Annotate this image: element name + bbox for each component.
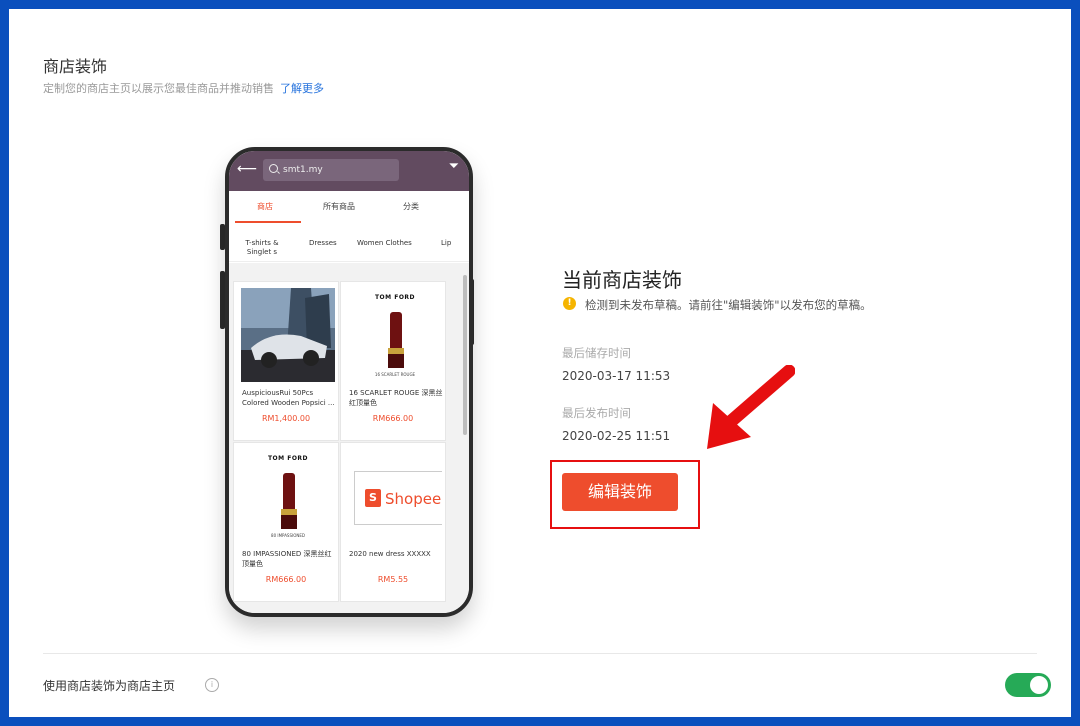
decoration-toggle[interactable]: [1005, 673, 1051, 697]
phone-tab-shop: 商店: [257, 202, 273, 211]
highlight-box: [550, 460, 700, 529]
brand-logo: TOM FORD: [267, 455, 309, 462]
shopee-logo-text: Shopee: [385, 490, 442, 508]
phone-category-strip: T-shirts & Singlet s Dresses Women Cloth…: [229, 223, 469, 262]
warning-icon: !: [563, 297, 576, 310]
phone-search-text: smt1.my: [283, 165, 323, 175]
phone-top-bar: ⟵ smt1.my ⏷: [229, 151, 469, 191]
app-frame: 商店装饰 定制您的商店主页以展示您最佳商品并推动销售 了解更多 ⟵ smt1.my…: [0, 0, 1080, 726]
product-name: AuspiciousRui 50Pcs Colored Wooden Popsi…: [242, 389, 335, 407]
draft-warning-text: 检测到未发布草稿。请前往"编辑装饰"以发布您的草稿。: [585, 298, 872, 312]
learn-more-link[interactable]: 了解更多: [280, 82, 324, 95]
product-card: TOM FORD 80 IMPASSIONED 80 IMPASSIONED 深…: [233, 442, 339, 602]
last-published-label: 最后发布时间: [562, 406, 631, 420]
lipstick-bullet: [283, 473, 295, 509]
page-title: 商店装饰: [43, 57, 108, 76]
product-price: RM5.55: [377, 575, 409, 584]
toggle-knob: [1030, 676, 1048, 694]
phone-tabs: 商店 所有商品 分类: [229, 191, 469, 223]
product-name: 2020 new dress XXXXX: [349, 550, 431, 558]
subtitle-text: 定制您的商店主页以展示您最佳商品并推动销售: [43, 82, 274, 95]
car-photo: [241, 288, 335, 382]
phone-product-grid: AuspiciousRui 50Pcs Colored Wooden Popsi…: [229, 263, 469, 613]
current-decoration-title: 当前商店装饰: [562, 268, 682, 292]
filter-icon: ⏷: [448, 159, 459, 174]
phone-tab-categories: 分类: [403, 202, 419, 211]
lipstick-image: TOM FORD 80 IMPASSIONED: [241, 449, 335, 543]
product-name: 80 IMPASSIONED 深黑丝红顶量色: [242, 550, 332, 568]
info-icon[interactable]: i: [205, 678, 219, 692]
red-arrow-icon: [707, 365, 795, 449]
product-card: TOM FORD 16 SCARLET ROUGE 16 SCARLET ROU…: [340, 281, 446, 441]
page-subtitle: 定制您的商店主页以展示您最佳商品并推动销售 了解更多: [43, 80, 324, 96]
back-arrow-icon: ⟵: [237, 161, 258, 177]
search-icon: [269, 164, 278, 173]
product-price: RM1,400.00: [261, 414, 311, 423]
lipstick-base: [388, 354, 404, 368]
category-item: Dresses: [309, 239, 337, 247]
last-saved-label: 最后储存时间: [562, 346, 631, 360]
product-price: RM666.00: [372, 414, 414, 423]
shopee-bag-icon: S: [365, 489, 381, 507]
lipstick-bullet: [390, 312, 402, 348]
product-card: AuspiciousRui 50Pcs Colored Wooden Popsi…: [233, 281, 339, 441]
last-saved-value: 2020-03-17 11:53: [562, 369, 671, 383]
product-card: S Shopee 2020 new dress XXXXX RM5.55: [340, 442, 446, 602]
category-item: T-shirts & Singlet s: [245, 239, 279, 256]
lipstick-shade-label: 16 SCARLET ROUGE: [374, 372, 416, 377]
lipstick-image: TOM FORD 16 SCARLET ROUGE: [348, 288, 442, 382]
phone-preview: ⟵ smt1.my ⏷ 商店 所有商品 分类 T-shirts & Single…: [225, 147, 473, 617]
footer-divider: [43, 653, 1037, 654]
phone-tab-all-products: 所有商品: [323, 202, 355, 211]
shopee-logo: S Shopee: [354, 471, 442, 525]
phone-search-input: smt1.my: [263, 159, 399, 181]
last-published-value: 2020-02-25 11:51: [562, 429, 671, 443]
shopee-image: S Shopee: [348, 449, 442, 543]
brand-logo: TOM FORD: [374, 294, 416, 301]
product-price: RM666.00: [265, 575, 307, 584]
lipstick-base: [281, 515, 297, 529]
lipstick-shade-label: 80 IMPASSIONED: [271, 533, 305, 538]
product-name: 16 SCARLET ROUGE 深黑丝红顶量色: [349, 389, 443, 407]
phone-scrollbar: [463, 275, 467, 435]
category-item: Women Clothes: [357, 239, 412, 247]
toggle-label: 使用商店装饰为商店主页: [43, 679, 176, 693]
category-item: Lip: [441, 239, 452, 247]
